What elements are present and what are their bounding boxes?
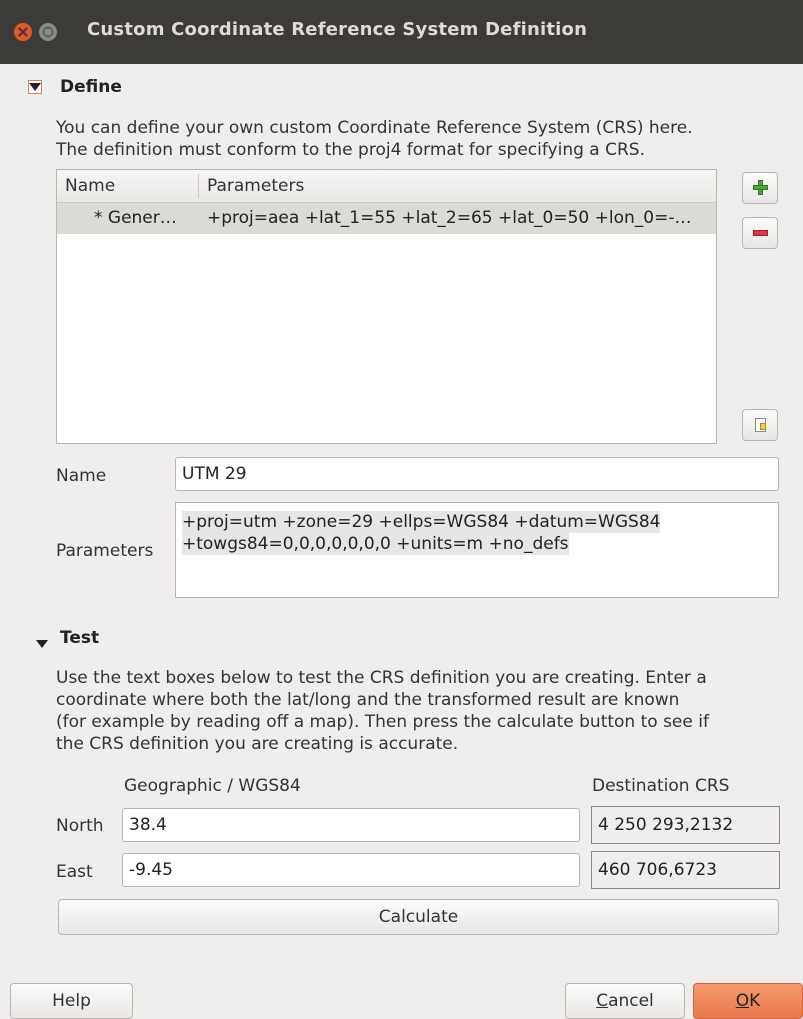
parameters-line-2: +towgs84=0,0,0,0,0,0,0 +units=m +no_defs [182,533,569,555]
test-description-line-3: (for example by reading off a map). Then… [56,712,709,732]
column-header-name[interactable]: Name [65,176,115,196]
table-row[interactable]: * Gener… +proj=aea +lat_1=55 +lat_2=65 +… [57,203,716,234]
crs-definitions-table[interactable]: Name Parameters * Gener… +proj=aea +lat_… [56,169,717,444]
east-input[interactable]: -9.45 [122,853,580,887]
parameters-line-1: +proj=utm +zone=29 +ellps=WGS84 +datum=W… [182,511,661,533]
cancel-mnemonic: C [596,991,609,1011]
copy-existing-crs-button[interactable] [742,409,778,441]
test-section-title: Test [60,628,100,648]
title-bar: Custom Coordinate Reference System Defin… [0,0,803,64]
minimize-window-icon[interactable] [39,23,57,41]
help-button[interactable]: Help [10,983,133,1019]
minus-icon [753,230,768,236]
test-collapse-arrow-icon[interactable] [36,640,48,648]
define-description-line-1: You can define your own custom Coordinat… [56,118,693,138]
cancel-label-rest: ancel [608,991,654,1011]
close-window-icon[interactable] [14,23,32,41]
test-description-line-1: Use the text boxes below to test the CRS… [56,668,707,688]
parameters-textarea[interactable]: +proj=utm +zone=29 +ellps=WGS84 +datum=W… [175,502,779,598]
window-title: Custom Coordinate Reference System Defin… [87,19,588,40]
test-description-line-4: the CRS definition you are creating is a… [56,734,459,754]
name-input[interactable]: UTM 29 [175,457,779,491]
ok-button[interactable]: OK [693,983,803,1019]
define-description-line-2: The definition must conform to the proj4… [56,140,646,160]
east-label: East [56,862,93,882]
table-header: Name Parameters [57,170,716,203]
north-label: North [56,816,104,836]
ok-label-rest: K [749,991,761,1011]
north-input[interactable]: 38.4 [122,808,580,842]
geographic-header: Geographic / WGS84 [124,776,301,796]
east-result: 460 706,6723 [591,851,780,889]
table-cell-parameters: +proj=aea +lat_1=55 +lat_2=65 +lat_0=50 … [207,208,692,228]
collapse-arrow-icon [29,83,41,91]
define-collapse-toggle[interactable] [28,80,42,94]
plus-icon [753,180,768,195]
table-cell-name: * Gener… [94,208,177,228]
north-result: 4 250 293,2132 [591,806,780,844]
define-section-title: Define [60,77,122,97]
cancel-button[interactable]: Cancel [565,983,685,1019]
column-divider [198,174,199,198]
destination-header: Destination CRS [592,776,730,796]
remove-crs-button[interactable] [742,217,778,249]
name-label: Name [56,466,107,486]
ok-mnemonic: O [735,991,750,1011]
add-crs-button[interactable] [742,172,778,204]
calculate-button[interactable]: Calculate [58,899,779,935]
parameters-label: Parameters [56,541,154,561]
copy-icon [755,418,766,432]
column-header-parameters[interactable]: Parameters [207,176,304,196]
test-description-line-2: coordinate where both the lat/long and t… [56,690,680,710]
